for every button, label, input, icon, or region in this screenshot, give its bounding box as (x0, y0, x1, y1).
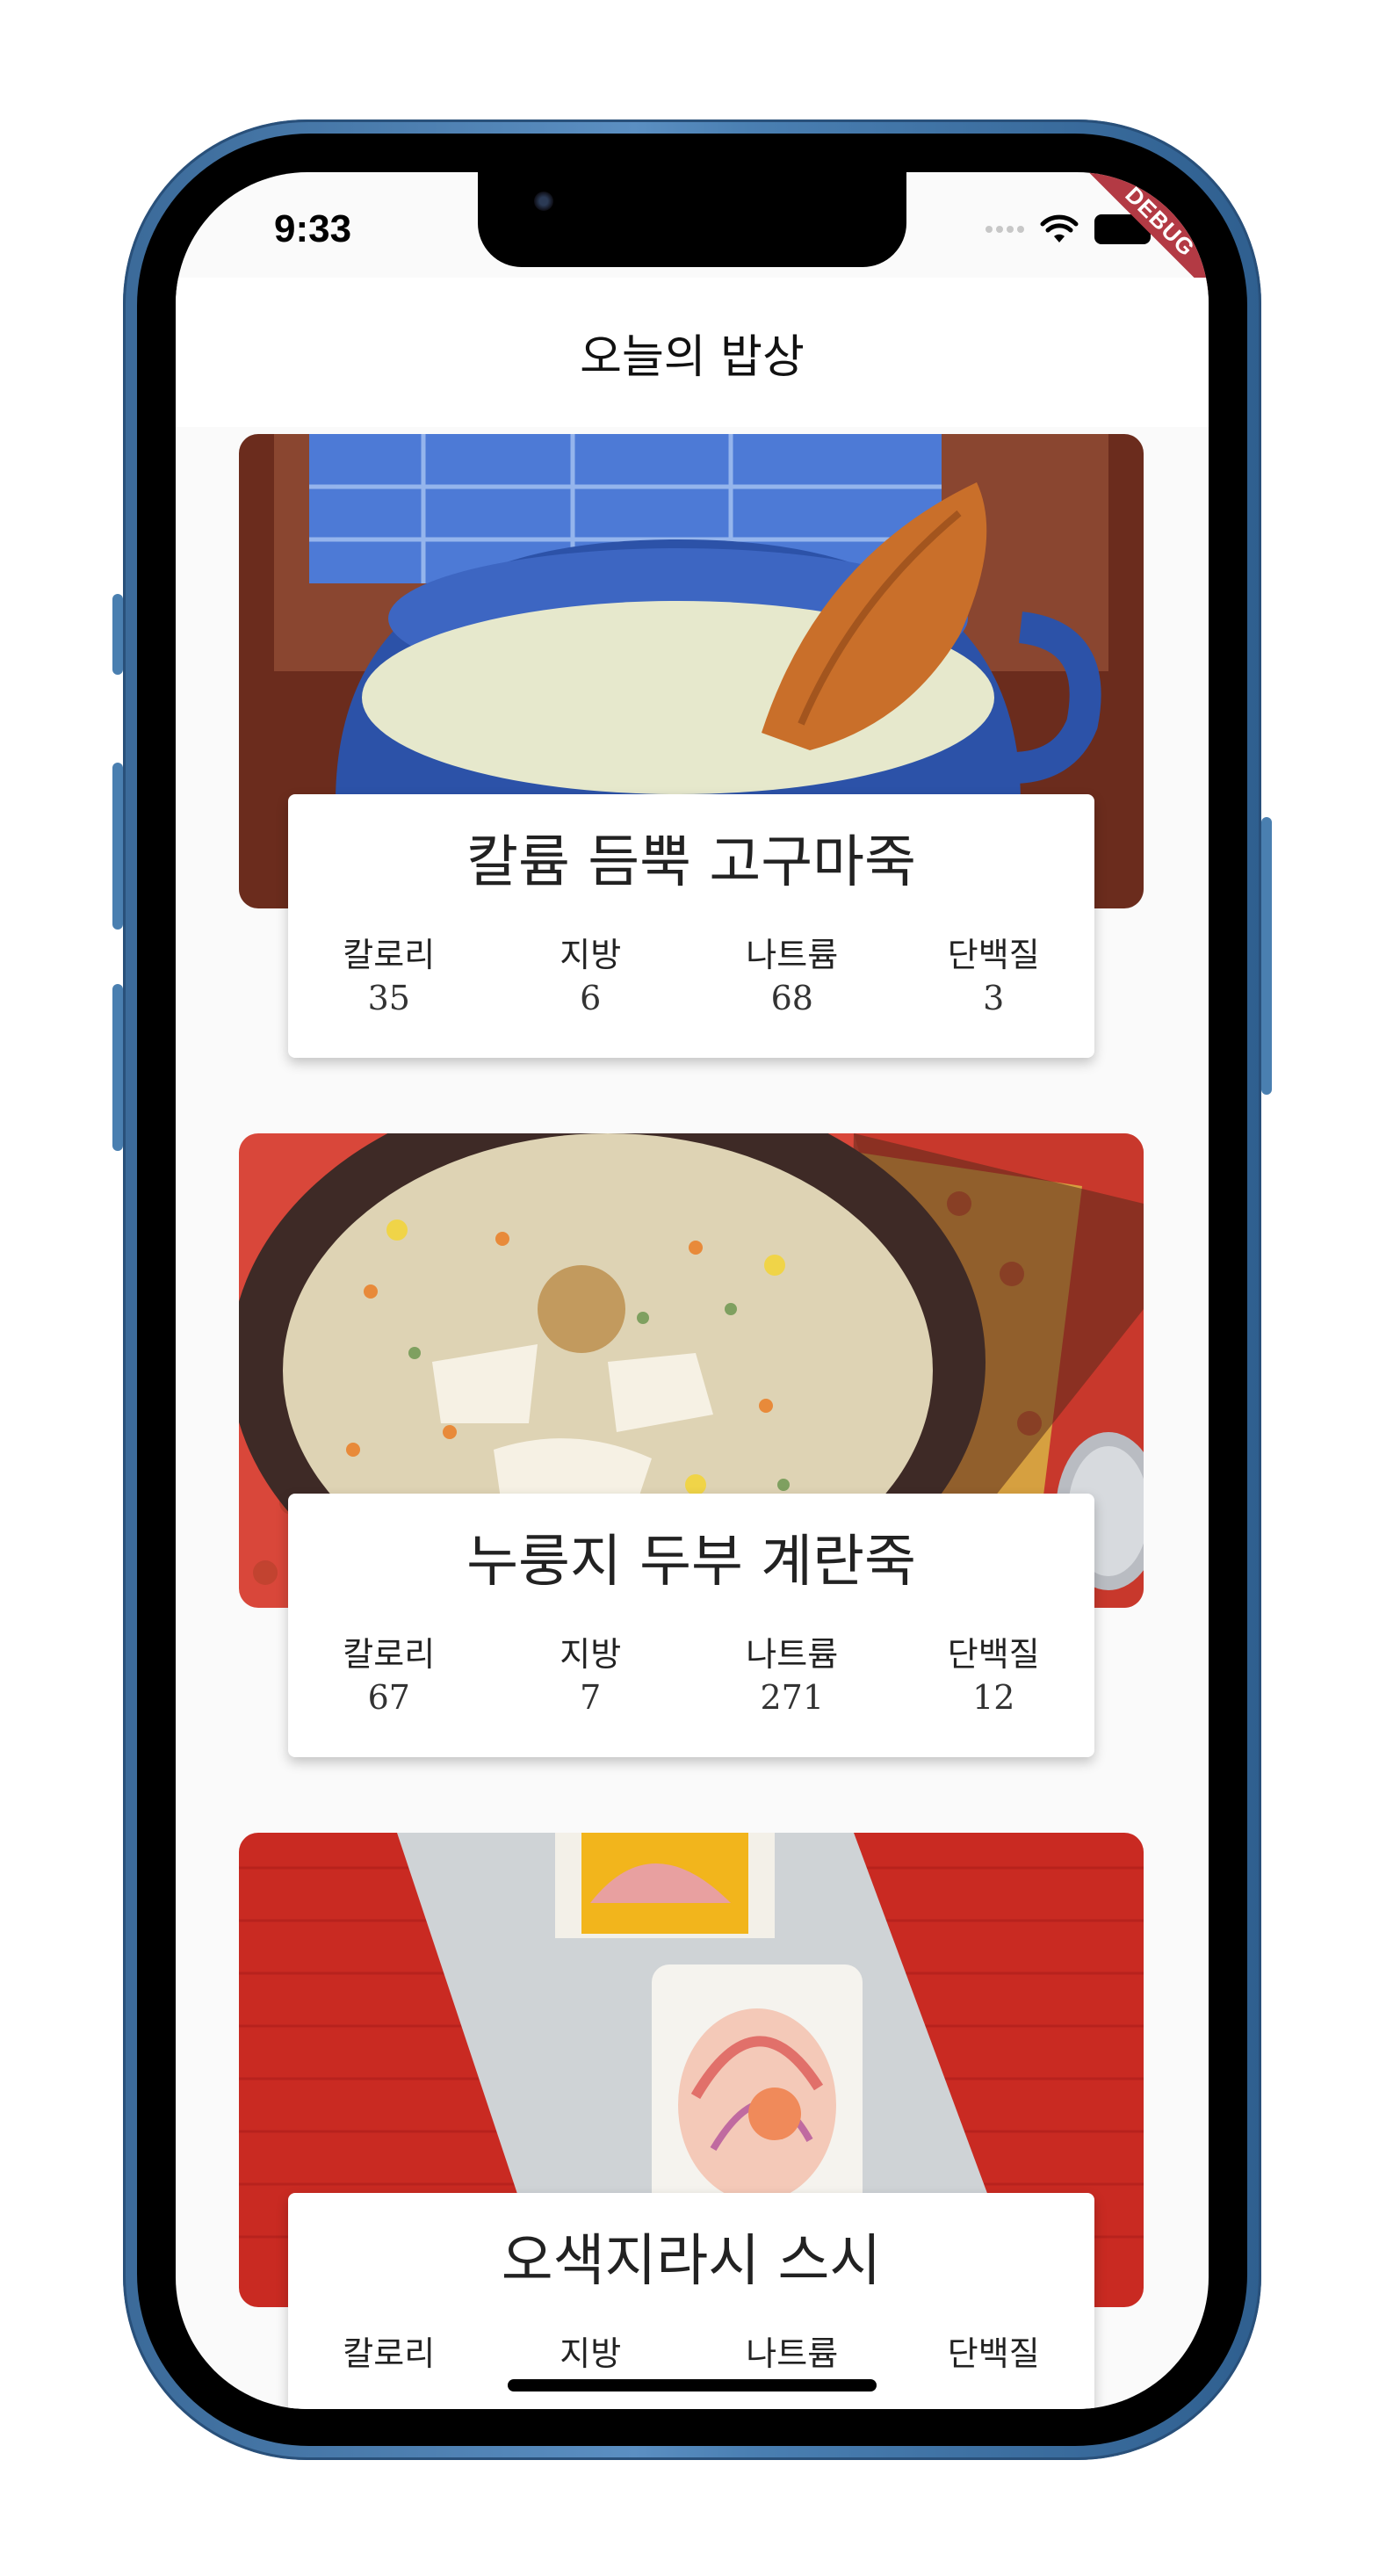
home-indicator[interactable] (508, 2379, 877, 2391)
nutrition-label: 칼로리 (343, 2334, 436, 2373)
nutrition-calories: 칼로리 (288, 2326, 490, 2377)
front-camera (534, 192, 553, 211)
nutrition-label: 칼로리 (343, 936, 436, 974)
recipe-title: 칼륨 듬뿍 고구마죽 (466, 830, 916, 895)
nutrition-fat: 지방 7 (490, 1627, 692, 1717)
nutrition-value: 67 (367, 1678, 410, 1717)
nutrition-label: 칼로리 (343, 1635, 436, 1674)
nutrition-label: 지방 (560, 2334, 622, 2373)
app-bar: 오늘의 밥상 (176, 278, 1209, 427)
volume-down-button (112, 984, 123, 1151)
recipe-title: 오색지라시 스시 (501, 2229, 882, 2294)
nutrition-value: 3 (983, 979, 1005, 1017)
nutrition-value: 271 (760, 1678, 825, 1717)
volume-up-button (112, 763, 123, 930)
nutrition-calories: 칼로리 67 (288, 1627, 490, 1717)
recipe-card[interactable]: 오색지라시 스시 칼로리 지방 나트륨 단백질 (239, 1833, 1144, 2409)
nutrition-label: 나트륨 (746, 2334, 839, 2373)
power-button (1261, 817, 1272, 1095)
nutrition-label: 지방 (560, 936, 622, 974)
cellular-signal-icon (986, 226, 1024, 233)
nutrition-protein: 단백질 12 (893, 1627, 1095, 1717)
nutrition-protein: 단백질 (893, 2326, 1095, 2377)
status-icons (986, 214, 1151, 244)
nutrition-label: 지방 (560, 1635, 622, 1674)
nutrition-row: 칼로리 지방 나트륨 단백질 (288, 2326, 1094, 2377)
nutrition-sodium: 나트륨 (691, 2326, 893, 2377)
nutrition-value: 12 (972, 1678, 1015, 1717)
nutrition-label: 나트륨 (746, 936, 839, 974)
recipe-info-panel: 누룽지 두부 계란죽 칼로리 67 지방 7 나트륨 271 단백질 12 (288, 1494, 1094, 1757)
silent-switch (112, 594, 123, 675)
recipe-info-panel: 오색지라시 스시 칼로리 지방 나트륨 단백질 (288, 2193, 1094, 2409)
page-title: 오늘의 밥상 (580, 330, 805, 384)
nutrition-fat: 지방 6 (490, 928, 692, 1017)
nutrition-protein: 단백질 3 (893, 928, 1095, 1017)
nutrition-label: 단백질 (947, 2334, 1040, 2373)
screen: 9:33 DEBUG 오늘의 밥상 칼륨 듬뿍 고구마죽 칼로리 35 지방 6… (176, 172, 1209, 2409)
nutrition-value: 68 (770, 979, 813, 1017)
nutrition-value: 35 (367, 979, 410, 1017)
nutrition-row: 칼로리 35 지방 6 나트륨 68 단백질 3 (288, 928, 1094, 1017)
nutrition-sodium: 나트륨 271 (691, 1627, 893, 1717)
nutrition-sodium: 나트륨 68 (691, 928, 893, 1017)
wifi-icon (1040, 214, 1079, 242)
nutrition-label: 단백질 (947, 1635, 1040, 1674)
recipe-info-panel: 칼륨 듬뿍 고구마죽 칼로리 35 지방 6 나트륨 68 단백질 3 (288, 794, 1094, 1058)
recipe-card[interactable]: 누룽지 두부 계란죽 칼로리 67 지방 7 나트륨 271 단백질 12 (239, 1133, 1144, 1757)
nutrition-value: 7 (580, 1678, 602, 1717)
nutrition-value: 6 (580, 979, 602, 1017)
nutrition-fat: 지방 (490, 2326, 692, 2377)
nutrition-label: 나트륨 (746, 1635, 839, 1674)
recipe-title: 누룽지 두부 계란죽 (466, 1530, 916, 1595)
notch (478, 172, 906, 267)
nutrition-calories: 칼로리 35 (288, 928, 490, 1017)
nutrition-label: 단백질 (947, 936, 1040, 974)
recipe-card[interactable]: 칼륨 듬뿍 고구마죽 칼로리 35 지방 6 나트륨 68 단백질 3 (239, 434, 1144, 1058)
nutrition-row: 칼로리 67 지방 7 나트륨 271 단백질 12 (288, 1627, 1094, 1717)
status-time: 9:33 (274, 207, 352, 250)
